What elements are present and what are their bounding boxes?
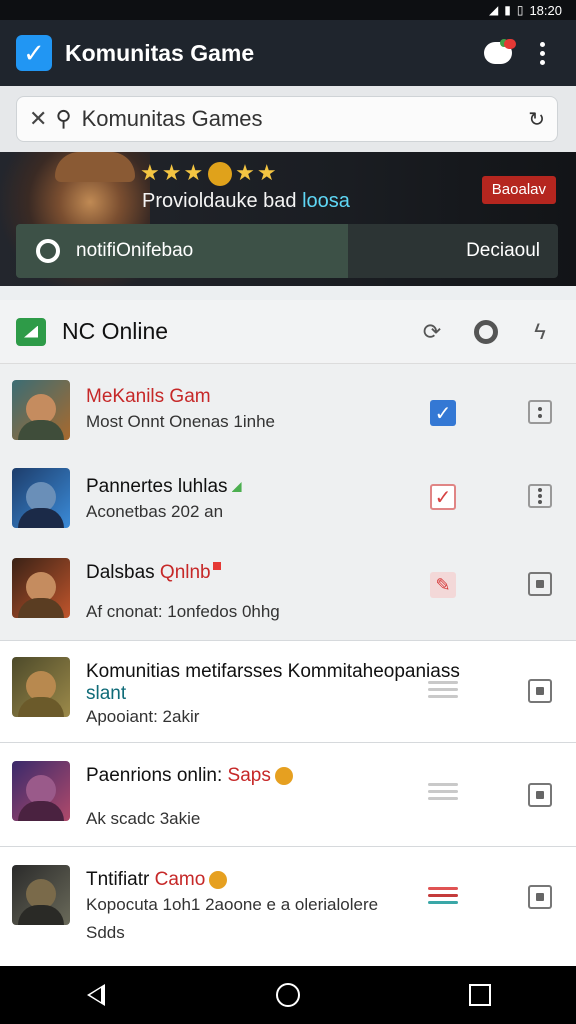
- wifi-icon: ◢: [489, 3, 499, 17]
- refresh-icon[interactable]: ↻: [528, 107, 545, 132]
- home-button[interactable]: [258, 966, 318, 1024]
- battery-icon: ▯: [516, 3, 524, 17]
- system-nav-bar: [0, 966, 576, 1024]
- record-icon[interactable]: [466, 312, 506, 352]
- status-bar: ◢ ▮ ▯ 18:20: [0, 0, 576, 20]
- checkbox-checked-icon[interactable]: ✓: [430, 484, 456, 510]
- item-title: Paenrions onlin: Saps: [86, 765, 293, 787]
- app-bar: ✓ Komunitas Game: [0, 20, 576, 86]
- game-thumbnail: [12, 468, 70, 528]
- app-title: Komunitas Game: [65, 39, 255, 66]
- item-subtitle: Ak scadc 3akie: [86, 809, 201, 828]
- item-subtitle: Af cnonat: 1onfedos 0hhg: [86, 602, 280, 621]
- decline-button[interactable]: Deciaoul: [348, 224, 558, 278]
- list-item[interactable]: MeKanils Gam Most Onnt Onenas 1inhe ✓: [0, 364, 576, 452]
- item-title: Pannertes luhlas: [86, 476, 242, 498]
- notification-label: notifiOnifebao: [76, 240, 194, 261]
- list-item[interactable]: Paenrions onlin: Saps Ak scadc 3akie: [0, 742, 576, 846]
- search-bar: ✕ ⚲ ↻: [16, 96, 558, 142]
- search-icon: ⚲: [55, 106, 72, 131]
- home-icon: [276, 983, 300, 1007]
- item-options-icon[interactable]: [528, 484, 552, 508]
- chat-notification-icon[interactable]: [480, 35, 516, 71]
- list-item[interactable]: Dalsbas Qnlnb Af cnonat: 1onfedos 0hhg ✎: [0, 540, 576, 640]
- list-item[interactable]: Komunitias metifarsses Kommitaheopaniass…: [0, 640, 576, 742]
- coin-icon: [208, 162, 233, 187]
- rating-stars: ★★★ ★★: [140, 160, 279, 187]
- notification-toggle[interactable]: notifiOnifebao: [16, 224, 348, 278]
- item-title: MeKanils Gam: [86, 386, 211, 407]
- recents-button[interactable]: [450, 966, 510, 1024]
- flash-icon[interactable]: ϟ: [520, 312, 560, 352]
- section-header: NC Online ⟳ ϟ: [0, 300, 576, 364]
- item-title: Komunitias metifarsses Kommitaheopaniass: [86, 661, 460, 682]
- item-select-icon[interactable]: [528, 783, 552, 807]
- coin-icon: [209, 870, 228, 889]
- banner-badge[interactable]: Baoalav: [481, 176, 556, 204]
- back-button[interactable]: [66, 966, 126, 1024]
- banner-action-bar[interactable]: notifiOnifebao Deciaoul: [16, 224, 558, 278]
- checkbox-logo-icon: ✓: [16, 35, 52, 71]
- search-area: ✕ ⚲ ↻: [0, 86, 576, 152]
- banner-subtitle: Provioldauke bad loosa: [142, 190, 350, 212]
- drag-handle-icon[interactable]: [428, 883, 458, 908]
- item-select-icon[interactable]: [528, 572, 552, 596]
- checkbox-checked-icon[interactable]: ✓: [430, 400, 456, 426]
- item-subtitle-extra: Sdds: [86, 923, 125, 942]
- promo-banner[interactable]: ★★★ ★★ Provioldauke bad loosa Baoalav not…: [0, 152, 576, 286]
- item-title-continued: slant: [86, 683, 127, 704]
- item-subtitle: Most Onnt Onenas 1inhe: [86, 412, 276, 431]
- item-title: Dalsbas Qnlnb: [86, 562, 221, 584]
- search-input[interactable]: [79, 105, 529, 133]
- item-select-icon[interactable]: [528, 885, 552, 909]
- game-thumbnail: [12, 761, 70, 821]
- back-icon: [87, 984, 105, 1006]
- recents-icon: [469, 984, 491, 1006]
- coin-icon: [274, 766, 293, 785]
- flag-icon: [212, 562, 221, 570]
- ring-icon: [36, 239, 60, 263]
- item-subtitle: Apooiant: 2akir: [86, 707, 200, 726]
- list-item[interactable]: Tntifiatr Camo Kopocuta 1oh1 2aoone e a …: [0, 846, 576, 966]
- item-subtitle: Kopocuta 1oh1 2aoone e a olerialolere: [86, 895, 379, 914]
- flag-icon: [231, 481, 242, 492]
- item-select-icon[interactable]: [528, 679, 552, 703]
- game-thumbnail: [12, 657, 70, 717]
- close-icon[interactable]: ✕: [29, 106, 47, 132]
- drag-handle-icon[interactable]: [428, 677, 458, 702]
- share-icon[interactable]: ⟳: [412, 312, 452, 352]
- signal-icon: ▮: [504, 3, 511, 17]
- section-title: NC Online: [62, 318, 169, 344]
- status-time: 18:20: [529, 2, 562, 18]
- edit-icon[interactable]: ✎: [430, 572, 456, 598]
- item-subtitle: Aconetbas 202 an: [86, 502, 224, 521]
- game-thumbnail: [12, 558, 70, 618]
- item-options-icon[interactable]: [528, 400, 552, 424]
- game-thumbnail: [12, 865, 70, 925]
- list-item[interactable]: Pannertes luhlas Aconetbas 202 an ✓: [0, 452, 576, 540]
- drag-handle-icon[interactable]: [428, 779, 458, 804]
- item-title: Tntifiatr Camo: [86, 869, 228, 891]
- game-thumbnail: [12, 380, 70, 440]
- more-vert-icon[interactable]: [524, 35, 560, 71]
- chart-icon: [16, 317, 46, 346]
